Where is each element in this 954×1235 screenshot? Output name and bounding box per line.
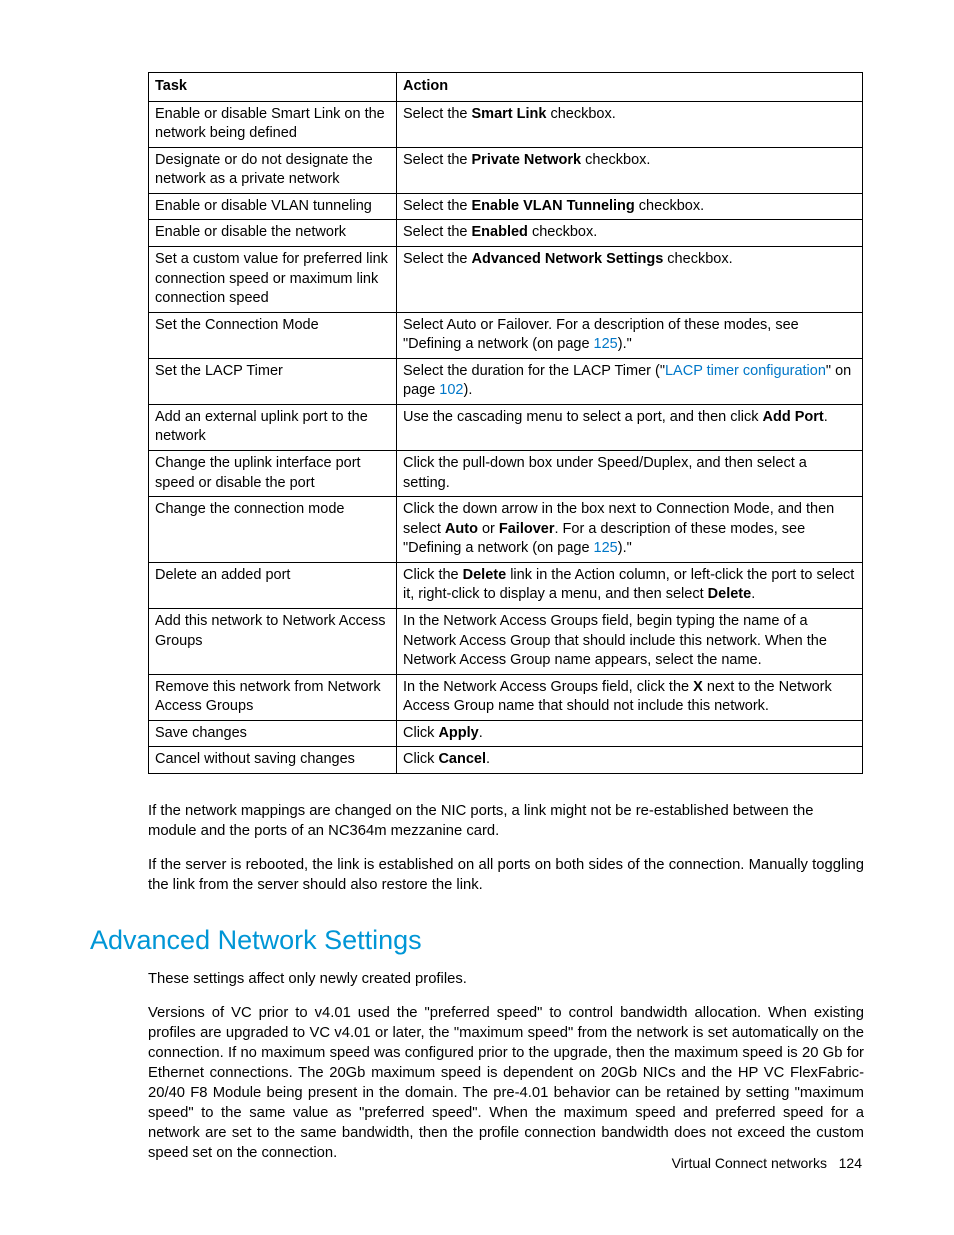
table-row: Enable or disable the network Select the… xyxy=(149,220,863,247)
header-action: Action xyxy=(397,73,863,102)
action-cell: Select the Enable VLAN Tunneling checkbo… xyxy=(397,193,863,220)
task-cell: Enable or disable Smart Link on the netw… xyxy=(149,101,397,147)
task-cell: Save changes xyxy=(149,720,397,747)
paragraph: If the server is rebooted, the link is e… xyxy=(148,856,864,896)
action-cell: In the Network Access Groups field, clic… xyxy=(397,674,863,720)
table-row: Save changes Click Apply. xyxy=(149,720,863,747)
table-row: Add this network to Network Access Group… xyxy=(149,608,863,674)
table-row: Designate or do not designate the networ… xyxy=(149,147,863,193)
table-row: Add an external uplink port to the netwo… xyxy=(149,404,863,450)
paragraph: If the network mappings are changed on t… xyxy=(148,802,864,842)
table-row: Enable or disable VLAN tunneling Select … xyxy=(149,193,863,220)
task-cell: Change the connection mode xyxy=(149,497,397,563)
action-cell: Click Cancel. xyxy=(397,747,863,774)
task-cell: Set the LACP Timer xyxy=(149,358,397,404)
page-link[interactable]: 102 xyxy=(439,382,463,398)
task-cell: Set the Connection Mode xyxy=(149,312,397,358)
task-action-table: Task Action Enable or disable Smart Link… xyxy=(148,72,863,774)
task-cell: Add this network to Network Access Group… xyxy=(149,608,397,674)
table-row: Enable or disable Smart Link on the netw… xyxy=(149,101,863,147)
task-cell: Remove this network from Network Access … xyxy=(149,674,397,720)
action-cell: Click the down arrow in the box next to … xyxy=(397,497,863,563)
task-cell: Change the uplink interface port speed o… xyxy=(149,451,397,497)
task-cell: Set a custom value for preferred link co… xyxy=(149,246,397,312)
body-paragraphs-2: These settings affect only newly created… xyxy=(148,970,864,1164)
task-cell: Designate or do not designate the networ… xyxy=(149,147,397,193)
page-link[interactable]: 125 xyxy=(594,540,618,556)
action-cell: Select Auto or Failover. For a descripti… xyxy=(397,312,863,358)
section-heading: Advanced Network Settings xyxy=(90,922,864,958)
table-row: Set the LACP Timer Select the duration f… xyxy=(149,358,863,404)
action-cell: Click Apply. xyxy=(397,720,863,747)
table-row: Set a custom value for preferred link co… xyxy=(149,246,863,312)
action-cell: Select the Advanced Network Settings che… xyxy=(397,246,863,312)
cross-ref-link[interactable]: LACP timer configuration xyxy=(665,363,826,379)
action-cell: Select the Smart Link checkbox. xyxy=(397,101,863,147)
task-cell: Cancel without saving changes xyxy=(149,747,397,774)
action-cell: Click the pull-down box under Speed/Dupl… xyxy=(397,451,863,497)
table-header-row: Task Action xyxy=(149,73,863,102)
footer-page-number: 124 xyxy=(839,1155,862,1171)
table-row: Change the uplink interface port speed o… xyxy=(149,451,863,497)
footer-label: Virtual Connect networks xyxy=(672,1155,827,1171)
action-cell: Select the duration for the LACP Timer (… xyxy=(397,358,863,404)
paragraph: These settings affect only newly created… xyxy=(148,970,864,990)
table-row: Set the Connection Mode Select Auto or F… xyxy=(149,312,863,358)
action-cell: Click the Delete link in the Action colu… xyxy=(397,562,863,608)
task-cell: Add an external uplink port to the netwo… xyxy=(149,404,397,450)
task-cell: Enable or disable the network xyxy=(149,220,397,247)
action-cell: In the Network Access Groups field, begi… xyxy=(397,608,863,674)
body-paragraphs-1: If the network mappings are changed on t… xyxy=(148,802,864,896)
table-row: Change the connection mode Click the dow… xyxy=(149,497,863,563)
paragraph: Versions of VC prior to v4.01 used the "… xyxy=(148,1004,864,1164)
action-cell: Select the Private Network checkbox. xyxy=(397,147,863,193)
table-row: Remove this network from Network Access … xyxy=(149,674,863,720)
page-footer: Virtual Connect networks 124 xyxy=(672,1154,862,1173)
header-task: Task xyxy=(149,73,397,102)
task-cell: Enable or disable VLAN tunneling xyxy=(149,193,397,220)
table-row: Delete an added port Click the Delete li… xyxy=(149,562,863,608)
page-link[interactable]: 125 xyxy=(594,336,618,352)
action-cell: Use the cascading menu to select a port,… xyxy=(397,404,863,450)
table-row: Cancel without saving changes Click Canc… xyxy=(149,747,863,774)
action-cell: Select the Enabled checkbox. xyxy=(397,220,863,247)
task-cell: Delete an added port xyxy=(149,562,397,608)
